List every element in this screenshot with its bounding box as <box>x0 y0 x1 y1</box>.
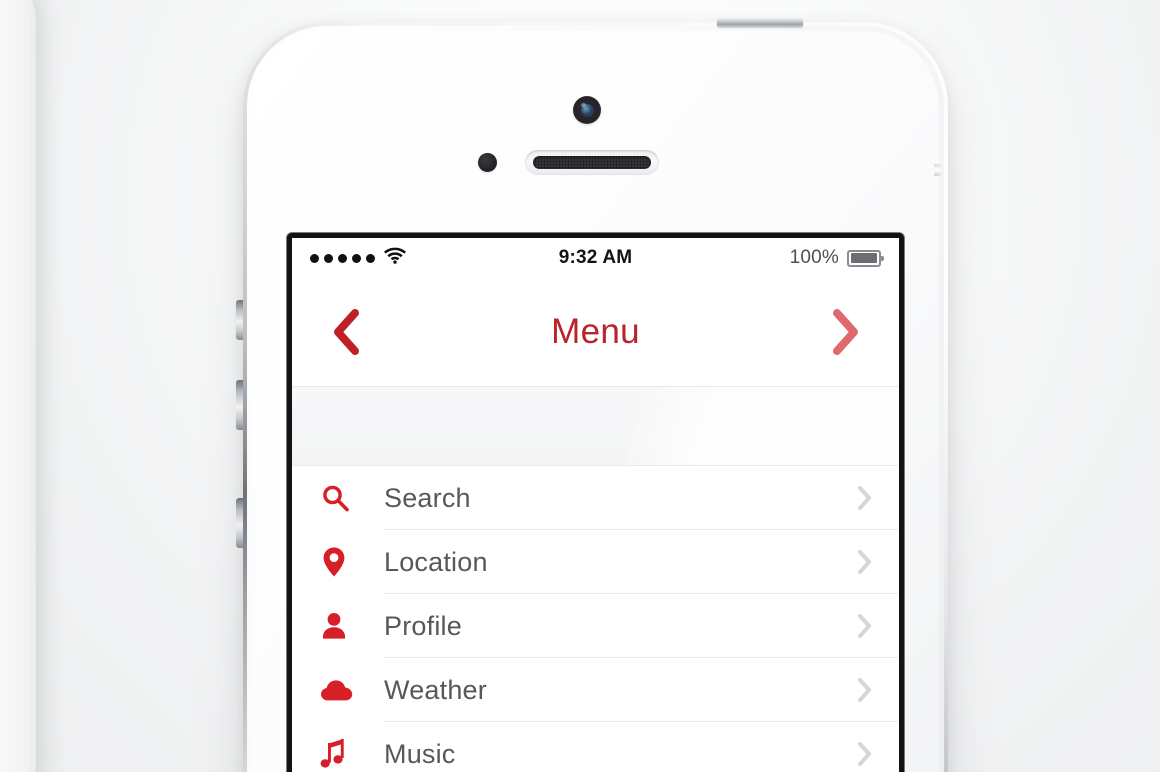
menu-list: Search Location Profile Weather Music <box>292 466 899 772</box>
camera-glint <box>581 103 586 107</box>
screen-bezel: 9:32 AM 100% Menu Search Location Profil… <box>287 233 904 772</box>
menu-item-label: Music <box>384 738 456 769</box>
status-bar: 9:32 AM 100% <box>292 238 899 278</box>
person-icon <box>320 611 384 641</box>
wifi-icon <box>384 247 406 269</box>
secondary-phone-partial <box>0 0 36 772</box>
right-edge-nub <box>934 164 941 176</box>
menu-item-label: Profile <box>384 610 462 641</box>
chevron-right-icon <box>833 309 858 355</box>
front-camera <box>573 96 601 124</box>
proximity-sensor <box>478 153 497 172</box>
music-note-icon <box>320 738 384 770</box>
battery-percentage: 100% <box>789 247 839 268</box>
screenshot-stage: 9:32 AM 100% Menu Search Location Profil… <box>0 0 1160 772</box>
menu-item-label: Weather <box>384 674 487 705</box>
signal-dots-icon <box>310 253 375 263</box>
earpiece-mesh <box>533 156 651 169</box>
screen-bezel-topcap <box>287 233 621 238</box>
chevron-right-icon <box>843 676 873 704</box>
power-button[interactable] <box>717 17 803 27</box>
battery-fill <box>850 253 878 263</box>
back-button[interactable] <box>318 309 374 355</box>
menu-item-weather[interactable]: Weather <box>292 658 899 722</box>
cloud-icon <box>320 678 384 702</box>
menu-item-music[interactable]: Music <box>292 722 899 772</box>
chevron-right-icon <box>843 740 873 768</box>
content-spacer-band <box>292 387 899 466</box>
menu-item-search[interactable]: Search <box>292 466 899 530</box>
page-title: Menu <box>551 312 640 351</box>
spacer-highlight <box>609 387 899 465</box>
location-pin-icon <box>320 546 384 578</box>
status-bar-right: 100% <box>632 247 884 269</box>
status-bar-time: 9:32 AM <box>558 247 633 268</box>
chevron-right-icon <box>843 548 873 576</box>
forward-button[interactable] <box>817 309 873 355</box>
volume-down-button[interactable] <box>236 498 243 548</box>
search-icon <box>320 483 384 513</box>
menu-item-label: Location <box>384 546 488 577</box>
mute-switch[interactable] <box>236 300 243 340</box>
battery-full-icon <box>847 249 884 267</box>
secondary-phone-face <box>0 0 30 772</box>
status-bar-left <box>310 247 559 269</box>
chevron-right-icon <box>843 484 873 512</box>
phone-screen: 9:32 AM 100% Menu Search Location Profil… <box>292 238 899 772</box>
menu-item-profile[interactable]: Profile <box>292 594 899 658</box>
volume-up-button[interactable] <box>236 380 243 430</box>
earpiece-speaker <box>525 150 659 175</box>
chevron-left-icon <box>334 309 359 355</box>
chevron-right-icon <box>843 612 873 640</box>
navigation-bar: Menu <box>292 278 899 387</box>
menu-item-location[interactable]: Location <box>292 530 899 594</box>
menu-item-label: Search <box>384 482 471 513</box>
